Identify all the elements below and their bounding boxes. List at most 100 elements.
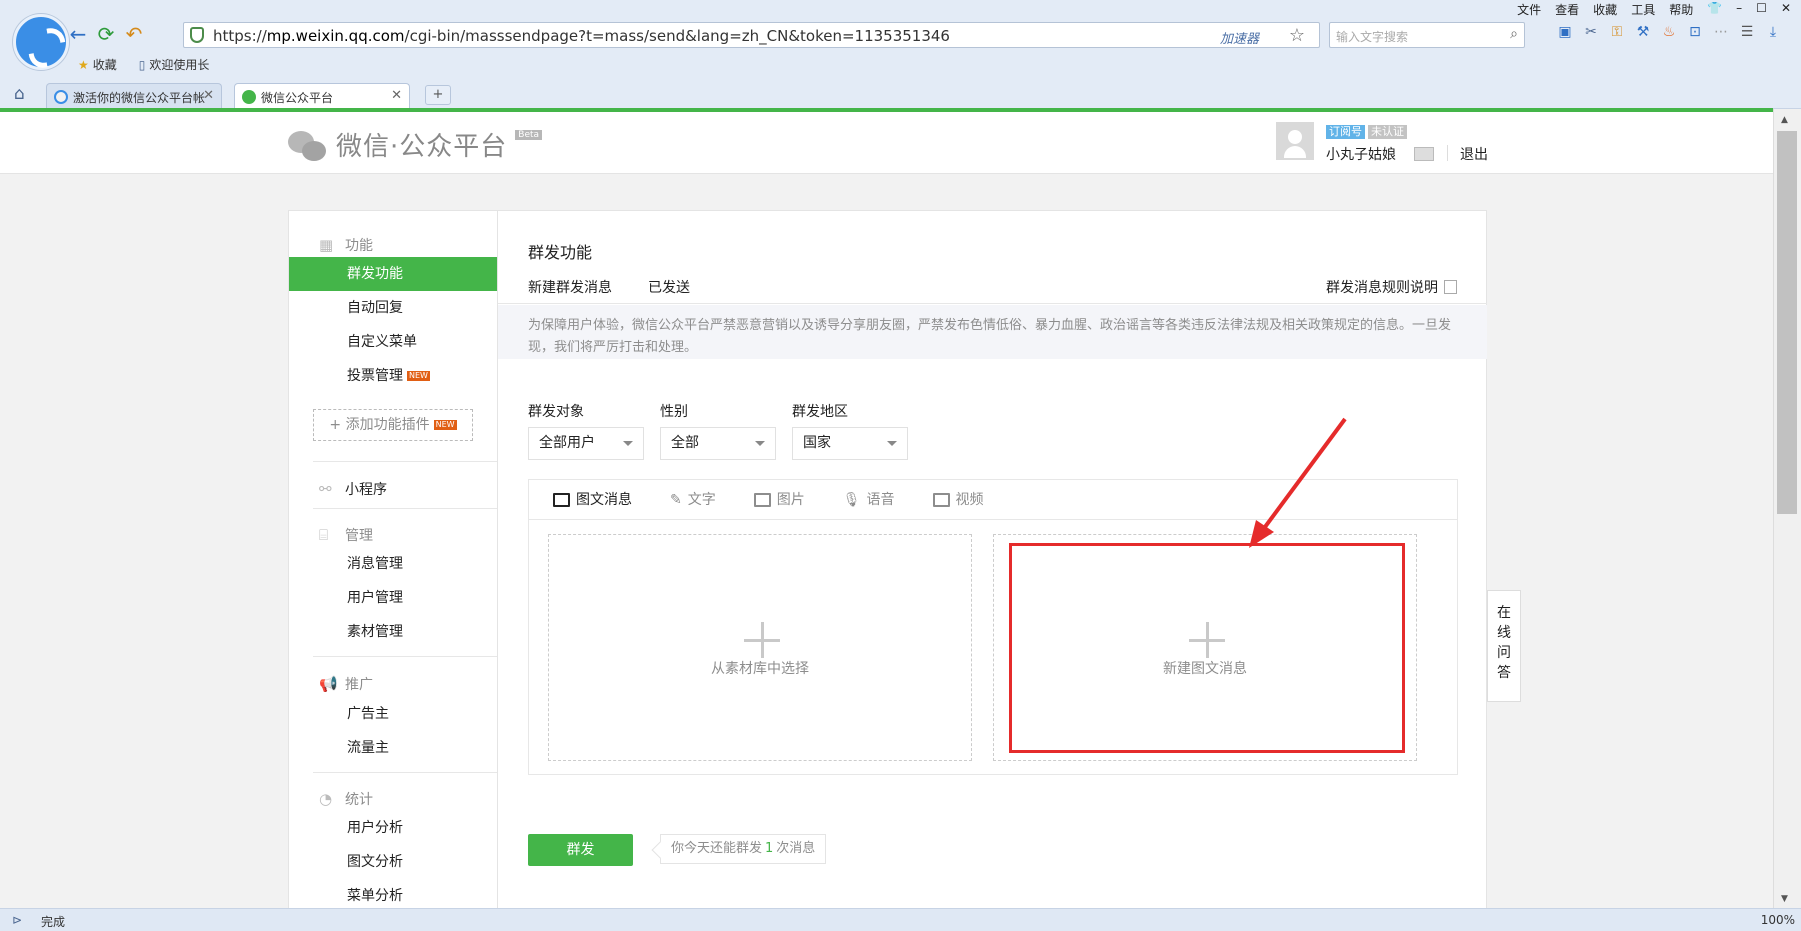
sidebar-item-users[interactable]: 用户管理 (289, 581, 497, 615)
policy-notice: 为保障用户体验，微信公众平台严禁恶意营销以及诱导分享朋友圈，严禁发布色情低俗、暴… (498, 305, 1487, 359)
sidebar-item-traffic[interactable]: 流量主 (289, 731, 497, 765)
download-icon[interactable]: ⤓ (1764, 23, 1782, 41)
region-select[interactable]: 国家 (792, 427, 908, 460)
tab-sent[interactable]: 已发送 (648, 277, 690, 297)
choose-from-library-label: 从素材库中选择 (711, 661, 809, 677)
undo-icon[interactable]: ↶ (122, 22, 146, 46)
tab-wechat-platform[interactable]: 微信公众平台 ✕ (234, 83, 410, 109)
minimize-icon[interactable]: – (1736, 1, 1742, 19)
online-qa-button[interactable]: 在线问答 (1487, 590, 1521, 702)
menu-view[interactable]: 查看 (1555, 1, 1579, 19)
article-icon (553, 493, 570, 507)
sidebar-item-article-analysis[interactable]: 图文分析 (289, 845, 497, 879)
secure-shield-icon (190, 27, 204, 43)
close-tab-icon[interactable]: ✕ (203, 88, 214, 103)
page-scrollbar[interactable]: ▲ ▼ (1773, 109, 1801, 908)
menu-favorites[interactable]: 收藏 (1593, 1, 1617, 19)
wechat-logo[interactable]: 微信·公众平台 Beta (288, 126, 543, 163)
menu-tools[interactable]: 工具 (1631, 1, 1655, 19)
sidebar-item-menu-analysis[interactable]: 菜单分析 (289, 879, 497, 908)
sidebar-section-promote: 📢 推广 (319, 675, 373, 693)
tab-strip: ⌂ 激活你的微信公众平台帐 ✕ 微信公众平台 ✕ + (0, 81, 1801, 109)
inbox-icon: ⌸ (319, 526, 329, 544)
browser-search-input[interactable]: 输入文字搜索 ⌕ (1329, 22, 1525, 48)
video-icon (932, 493, 950, 507)
sidebar-item-vote[interactable]: 投票管理 NEW (289, 359, 497, 393)
address-bar[interactable]: https://mp.weixin.qq.com/cgi-bin/masssen… (183, 22, 1320, 48)
gender-select[interactable]: 全部 (660, 427, 776, 460)
accelerator-label[interactable]: 加速器 (1220, 28, 1259, 47)
new-badge: NEW (433, 420, 457, 430)
zoom-level[interactable]: 100% (1761, 913, 1795, 927)
mass-send-button[interactable]: 群发 (528, 834, 633, 866)
sidebar-section-stats: ◔ 统计 (319, 790, 373, 808)
new-article-area[interactable]: 新建图文消息 (993, 534, 1417, 761)
menu-file[interactable]: 文件 (1517, 1, 1541, 19)
browser-menubar: 文件 查看 收藏 工具 帮助 👕 – ☐ ✕ (1503, 1, 1791, 19)
sidebar-item-advertiser[interactable]: 广告主 (289, 697, 497, 731)
sidebar-section-miniprogram[interactable]: ⚯ 小程序 (319, 479, 387, 499)
filter-region: 群发地区 国家 (792, 401, 908, 460)
wrench-icon[interactable]: ⚒ (1634, 23, 1652, 41)
menu-lines-icon[interactable]: ☰ (1738, 23, 1756, 41)
bookmark-bar: ★ 收藏 ▯ 欢迎使用长 (78, 56, 209, 73)
add-plugin-button[interactable]: + 添加功能插件 NEW (313, 409, 473, 441)
mail-icon[interactable] (1414, 147, 1434, 161)
header-divider (1447, 145, 1448, 161)
home-icon[interactable]: ⌂ (14, 84, 25, 104)
rules-link[interactable]: 群发消息规则说明 (1326, 277, 1457, 297)
filter-region-label: 群发地区 (792, 404, 848, 420)
status-bar: ⊳ 完成 100% (0, 908, 1801, 931)
browser-toolbar-icons: ▣ ✂ ⚿ ⚒ ♨ ⊡ ⋯ ☰ ⤓ (1556, 23, 1782, 41)
target-select[interactable]: 全部用户 (528, 427, 644, 460)
editor-tab-article[interactable]: 图文消息 (553, 480, 632, 520)
scroll-thumb[interactable] (1777, 131, 1797, 514)
sidebar-toggle-icon[interactable]: ⊳ (12, 913, 22, 927)
star-icon[interactable]: ☆ (1289, 25, 1305, 46)
key-icon[interactable]: ⚿ (1608, 23, 1626, 41)
choose-from-library-area[interactable]: 从素材库中选择 (548, 534, 972, 761)
editor-tab-voice[interactable]: 🎙 语音 (843, 480, 895, 520)
username[interactable]: 小丸子姑娘 (1326, 144, 1396, 164)
sidebar-item-materials[interactable]: 素材管理 (289, 615, 497, 649)
logout-link[interactable]: 退出 (1460, 144, 1488, 164)
url-text[interactable]: https://mp.weixin.qq.com/cgi-bin/masssen… (213, 27, 950, 45)
game-icon[interactable]: ♨ (1660, 23, 1678, 41)
more-icon[interactable]: ⋯ (1712, 23, 1730, 41)
wechat-bubble-icon (288, 129, 328, 161)
avatar[interactable] (1276, 122, 1314, 160)
sidebar-item-custom-menu[interactable]: 自定义菜单 (289, 325, 497, 359)
editor-tab-text[interactable]: ✎ 文字 (670, 480, 716, 520)
sidebar-section-manage: ⌸ 管理 (319, 526, 373, 544)
search-icon[interactable]: ⌕ (1510, 26, 1518, 42)
tab-new-mass-message[interactable]: 新建群发消息 (528, 277, 612, 308)
sidebar-divider (313, 772, 497, 773)
extension-icon[interactable]: ▣ (1556, 23, 1574, 41)
pencil-icon: ✎ (670, 492, 682, 508)
skin-icon[interactable]: 👕 (1707, 1, 1722, 19)
scroll-down-icon[interactable]: ▼ (1781, 894, 1788, 904)
bookmark-welcome[interactable]: ▯ 欢迎使用长 (139, 56, 210, 73)
screenshot-icon[interactable]: ⊡ (1686, 23, 1704, 41)
site-header: 微信·公众平台 Beta 订阅号 未认证 小丸子姑娘 退出 (0, 112, 1773, 174)
tab-activate-account[interactable]: 激活你的微信公众平台帐 ✕ (46, 83, 222, 109)
refresh-icon[interactable]: ⟳ (94, 22, 118, 46)
scroll-up-icon[interactable]: ▲ (1781, 115, 1788, 125)
new-article-label: 新建图文消息 (1163, 661, 1247, 677)
browser-logo-icon[interactable] (13, 14, 69, 70)
back-arrow-icon[interactable]: ← (66, 22, 90, 46)
editor-tab-video[interactable]: 视频 (932, 480, 984, 520)
editor-tab-image[interactable]: 图片 (753, 480, 805, 520)
sidebar-item-auto-reply[interactable]: 自动回复 (289, 291, 497, 325)
close-window-icon[interactable]: ✕ (1781, 1, 1791, 19)
maximize-icon[interactable]: ☐ (1756, 1, 1767, 19)
bookmark-favorites[interactable]: ★ 收藏 (78, 56, 117, 73)
sidebar-item-user-analysis[interactable]: 用户分析 (289, 811, 497, 845)
new-tab-button[interactable]: + (425, 85, 451, 105)
sidebar-item-messages[interactable]: 消息管理 (289, 547, 497, 581)
close-tab-icon[interactable]: ✕ (391, 88, 402, 103)
scissors-icon[interactable]: ✂ (1582, 23, 1600, 41)
sidebar-item-mass-send[interactable]: 群发功能 (289, 257, 497, 291)
page-title: 群发功能 (528, 243, 593, 262)
menu-help[interactable]: 帮助 (1669, 1, 1693, 19)
